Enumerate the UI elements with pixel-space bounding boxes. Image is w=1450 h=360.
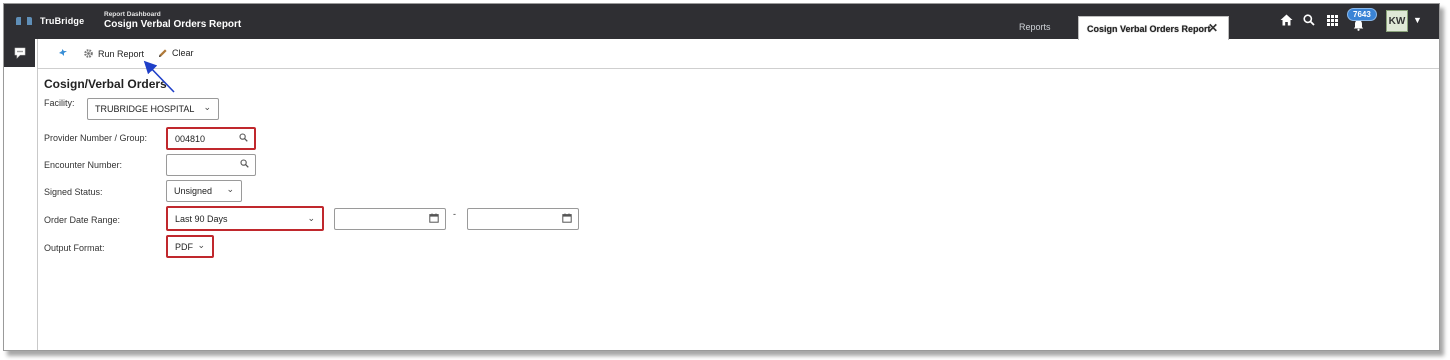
- provider-label: Provider Number / Group:: [44, 133, 148, 143]
- form-title: Cosign/Verbal Orders: [44, 77, 167, 91]
- provider-number-input[interactable]: 004810: [166, 127, 256, 150]
- page-title: Cosign Verbal Orders Report: [104, 19, 242, 30]
- chevron-down-icon: ⌄: [197, 240, 205, 250]
- run-report-label: Run Report: [98, 48, 145, 59]
- user-avatar[interactable]: KW: [1386, 10, 1408, 32]
- report-toolbar: Run Report Clear: [38, 39, 1439, 69]
- report-form: Cosign/Verbal Orders Facility: TRUBRIDGE…: [38, 70, 1439, 350]
- order-date-range-label: Order Date Range:: [44, 215, 121, 225]
- facility-value: TRUBRIDGE HOSPITAL: [95, 104, 195, 114]
- app-window: TruBridge Report Dashboard Cosign Verbal…: [3, 3, 1440, 351]
- run-report-button[interactable]: Run Report: [83, 48, 144, 59]
- chevron-down-icon: ⌄: [307, 213, 315, 223]
- pin-icon: [59, 49, 67, 56]
- pencil-icon: [159, 49, 167, 57]
- calendar-icon[interactable]: [429, 213, 439, 225]
- facility-label: Facility:: [44, 98, 75, 108]
- breadcrumb-parent[interactable]: Report Dashboard: [104, 11, 161, 18]
- close-icon[interactable]: ✕: [1208, 21, 1218, 35]
- brand-name: TruBridge: [40, 16, 85, 26]
- clear-label: Clear: [172, 48, 194, 58]
- search-icon[interactable]: [239, 133, 248, 144]
- signed-status-label: Signed Status:: [44, 187, 103, 197]
- tab-reports[interactable]: Reports: [1019, 22, 1051, 32]
- end-date-input[interactable]: [467, 208, 579, 230]
- encounter-number-input[interactable]: [166, 154, 256, 176]
- sidebar-toggle-button[interactable]: [4, 39, 35, 67]
- output-format-label: Output Format:: [44, 243, 105, 253]
- encounter-label: Encounter Number:: [44, 160, 123, 170]
- trubridge-logo-icon: [16, 17, 32, 25]
- pin-button[interactable]: [58, 48, 68, 58]
- tab-cosign-verbal-orders-report[interactable]: Cosign Verbal Orders Report ✕: [1078, 16, 1229, 40]
- output-format-select[interactable]: PDF ⌄: [166, 235, 214, 258]
- brand-logo[interactable]: TruBridge: [16, 16, 84, 26]
- output-format-value: PDF: [175, 241, 193, 252]
- date-range-separator: -: [453, 209, 456, 219]
- home-icon[interactable]: [1280, 13, 1293, 31]
- order-date-range-select[interactable]: Last 90 Days ⌄: [166, 206, 324, 231]
- left-sidebar: [4, 39, 38, 350]
- signed-status-value: Unsigned: [174, 186, 213, 196]
- signed-status-select[interactable]: Unsigned ⌄: [166, 180, 242, 202]
- tab-label: Cosign Verbal Orders Report: [1087, 23, 1211, 34]
- apps-grid-icon[interactable]: [1327, 13, 1338, 31]
- notification-badge[interactable]: 7643: [1347, 8, 1377, 21]
- chevron-down-icon: ⌄: [226, 184, 234, 194]
- clear-button[interactable]: Clear: [158, 48, 194, 58]
- menu-bubble-icon: [14, 47, 25, 59]
- facility-select[interactable]: TRUBRIDGE HOSPITAL ⌄: [87, 98, 219, 120]
- gear-icon: [84, 49, 93, 58]
- chevron-down-icon: ⌄: [203, 102, 211, 112]
- start-date-input[interactable]: [334, 208, 446, 230]
- chevron-down-icon[interactable]: ▼: [1413, 15, 1422, 25]
- search-icon[interactable]: [1303, 13, 1315, 31]
- top-nav-bar: TruBridge Report Dashboard Cosign Verbal…: [4, 4, 1439, 40]
- provider-value: 004810: [175, 133, 206, 144]
- search-icon[interactable]: [240, 159, 249, 170]
- order-date-range-value: Last 90 Days: [175, 213, 228, 224]
- calendar-icon[interactable]: [562, 213, 572, 225]
